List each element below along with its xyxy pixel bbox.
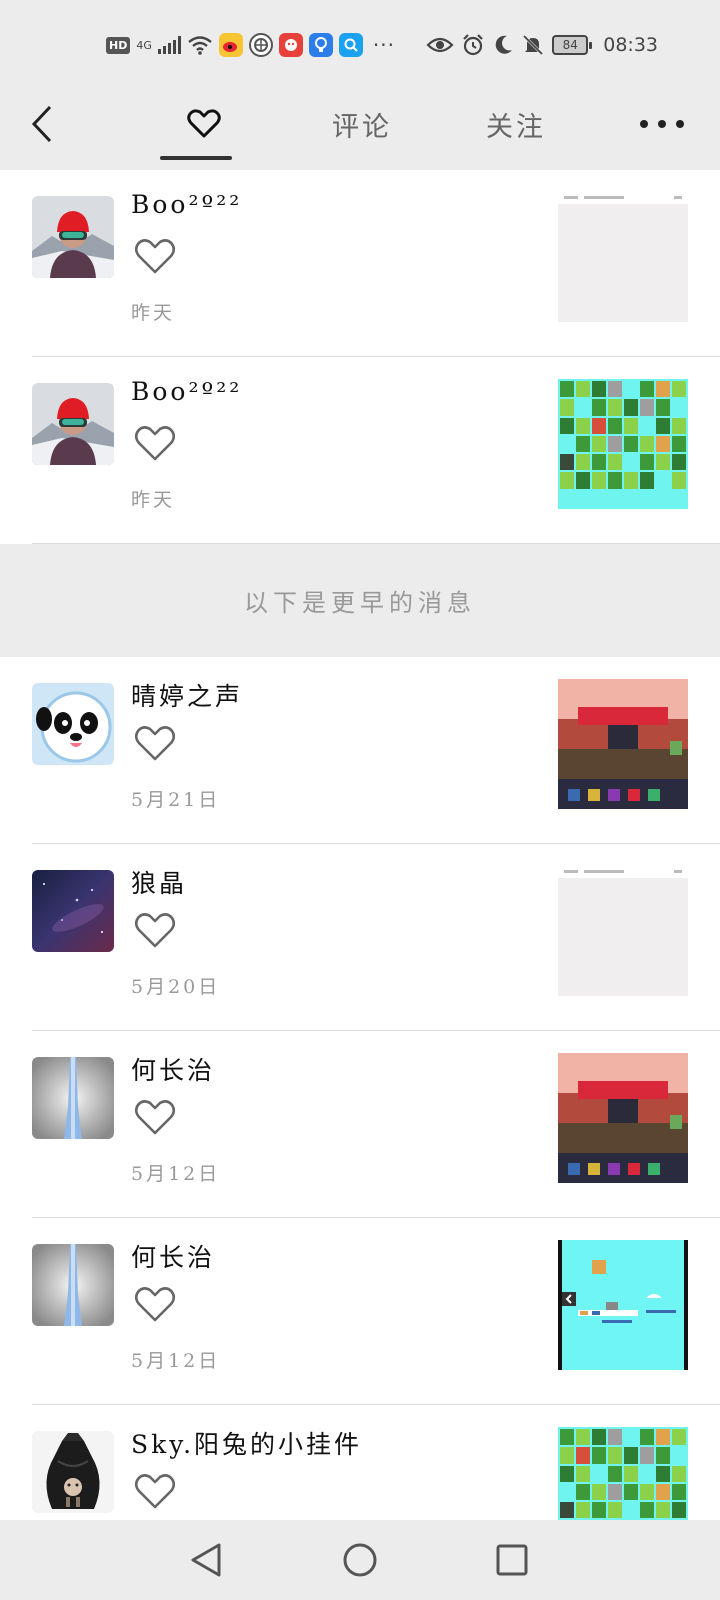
chevron-left-icon [31,105,52,143]
heart-outline-icon [134,726,176,761]
avatar[interactable] [32,1244,114,1326]
user-name[interactable]: 晴婷之声 [131,677,243,713]
heart-outline-icon [134,239,176,274]
earlier-messages-divider: 以下是更早的消息 [0,544,720,657]
user-name[interactable]: 何长治 [131,1238,215,1274]
post-thumbnail[interactable] [558,866,688,996]
nav-home-button[interactable] [340,1540,380,1580]
triangle-back-icon [191,1543,221,1577]
timestamp: 5月12日 [131,1350,221,1372]
list-item[interactable]: 狼晶 5月20日 [0,844,720,1031]
avatar[interactable] [32,870,114,952]
heart-outline-icon [134,913,176,948]
tab-likes[interactable] [168,102,240,146]
aperture-app-icon [248,33,273,57]
user-name[interactable]: 何长治 [131,1051,215,1087]
post-thumbnail[interactable] [558,1053,688,1183]
heart-icon [187,109,221,138]
bell-off-icon [523,34,544,56]
signal-icon [157,36,181,54]
timestamp: 昨天 [131,302,176,324]
list-item[interactable]: Boo²º²² 昨天 [0,170,720,357]
list-item[interactable]: Sky.阳兔的小挂件 [0,1405,720,1520]
alarm-icon [463,34,484,56]
status-right: 84 08:33 [426,28,658,62]
user-name[interactable]: 狼晶 [131,864,187,900]
list-item[interactable]: Boo²º²² 昨天 [0,357,720,544]
bulb-app-icon [308,33,333,57]
tab-follow[interactable]: 关注 [486,102,546,146]
list-item[interactable]: 何长治 5月12日 [0,1218,720,1405]
avatar[interactable] [32,196,114,278]
heart-outline-icon [134,1474,176,1509]
heart-outline-icon [134,1287,176,1322]
back-button[interactable] [22,102,62,146]
notification-list[interactable]: Boo²º²² 昨天 Boo²º²² 昨天 以下是更早的消息 晴婷之声 5月21… [0,170,720,1520]
nav-back-button[interactable] [186,1540,226,1580]
timestamp: 5月21日 [131,789,221,811]
avatar[interactable] [32,1431,114,1513]
circle-home-icon [343,1543,377,1577]
avatar[interactable] [32,1057,114,1139]
system-navigation-bar [0,1520,720,1600]
status-left: HD 4G ··· [106,30,395,60]
post-thumbnail[interactable] [558,1240,688,1370]
more-notifications-icon: ··· [372,33,395,57]
avatar[interactable] [32,683,114,765]
post-thumbnail[interactable] [558,1427,688,1520]
timestamp: 昨天 [131,489,176,511]
post-thumbnail[interactable] [558,679,688,809]
list-item[interactable]: 晴婷之声 5月21日 [0,657,720,844]
post-thumbnail[interactable] [558,379,688,509]
eye-icon [426,37,454,53]
clock: 08:33 [603,34,658,56]
tab-comments[interactable]: 评论 [332,102,392,146]
nav-recents-button[interactable] [492,1540,532,1580]
search-app-icon [338,33,363,57]
heart-outline-icon [134,1100,176,1135]
wifi-icon [188,36,212,55]
user-name[interactable]: Boo²º²² [131,377,242,406]
battery-indicator: 84 [552,35,593,55]
active-tab-indicator [160,156,232,160]
weibo-icon [218,33,243,57]
header: 评论 关注 [0,90,720,170]
user-name[interactable]: Sky.阳兔的小挂件 [131,1425,362,1461]
timestamp: 5月20日 [131,976,221,998]
moon-icon [495,35,513,54]
status-bar: HD 4G ··· 84 08:33 [0,0,720,90]
hd-badge: HD [106,36,131,54]
square-recents-icon [496,1544,528,1576]
timestamp: 5月12日 [131,1163,221,1185]
list-item[interactable]: 何长治 5月12日 [0,1031,720,1218]
user-name[interactable]: Boo²º²² [131,190,242,219]
heart-outline-icon [134,426,176,461]
app-red-icon [278,33,303,57]
network-type: 4G [136,38,152,52]
avatar[interactable] [32,383,114,465]
post-thumbnail[interactable] [558,192,688,322]
more-options-button[interactable] [640,112,684,136]
